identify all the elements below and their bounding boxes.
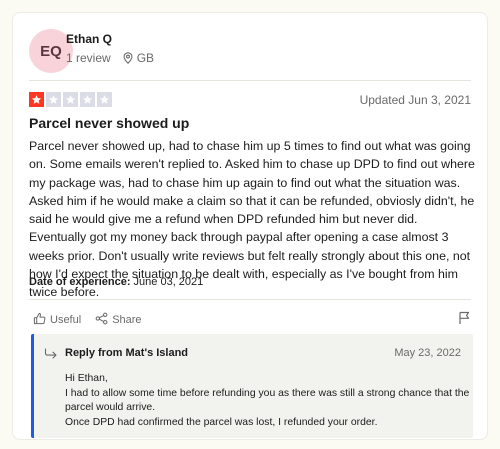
reply-line: parcel would arrive. (65, 402, 156, 413)
star-filled-icon (29, 92, 44, 107)
updated-date: Updated Jun 3, 2021 (359, 93, 471, 107)
date-of-experience: Date of experience: June 03, 2021 (29, 276, 203, 288)
reviewer-meta: 1 review GB (66, 51, 154, 65)
star-rating (29, 92, 112, 107)
flag-icon[interactable] (458, 311, 470, 330)
share-label: Share (112, 314, 142, 326)
thumbs-up-icon (33, 312, 46, 328)
reply-arrow-icon (44, 347, 58, 365)
reply-line: Once DPD had confirmed the parcel was lo… (65, 416, 378, 428)
actions-divider (29, 299, 471, 300)
star-empty-icon (46, 92, 61, 107)
review-count: 1 review (66, 51, 111, 65)
header-divider (29, 80, 471, 81)
avatar-initials: EQ (40, 42, 62, 60)
company-reply: Reply from Mat's Island May 23, 2022 Hi … (31, 334, 473, 438)
reviewer-name[interactable]: Ethan Q (66, 32, 112, 46)
reply-date: May 23, 2022 (394, 347, 461, 359)
useful-label: Useful (50, 314, 82, 326)
location-pin-icon (123, 52, 133, 64)
reply-title: Reply from Mat's Island (65, 347, 189, 359)
star-empty-icon (80, 92, 95, 107)
reviewer-country: GB (136, 51, 155, 65)
review-actions: Useful Share (33, 312, 142, 328)
useful-button[interactable]: Useful (33, 312, 81, 328)
review-card: EQ Ethan Q 1 review GB Updated Jun 3, 20… (12, 12, 488, 440)
reply-line: I had to allow some time before refundin… (65, 387, 470, 399)
date-of-experience-value: June 03, 2021 (133, 276, 204, 288)
date-of-experience-label: Date of experience: (29, 276, 131, 288)
share-icon (95, 312, 108, 328)
review-title[interactable]: Parcel never showed up (29, 115, 189, 131)
star-empty-icon (97, 92, 112, 107)
reply-line: Hi Ethan, (65, 373, 108, 384)
share-button[interactable]: Share (95, 312, 142, 328)
reply-body: Hi Ethan, I had to allow some time befor… (65, 372, 470, 430)
star-empty-icon (63, 92, 78, 107)
